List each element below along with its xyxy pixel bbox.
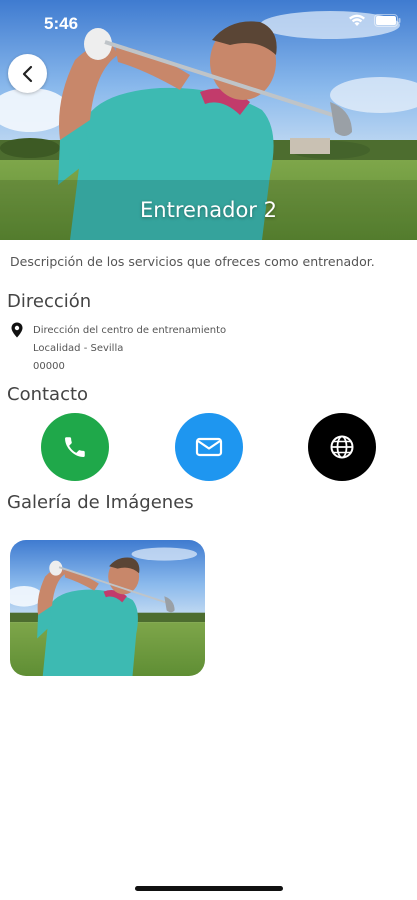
gallery-golfer-photo	[10, 540, 205, 676]
status-icons	[348, 14, 401, 27]
address-line-locality: Localidad - Sevilla	[33, 343, 124, 354]
contact-heading: Contacto	[7, 384, 89, 405]
website-button[interactable]	[308, 413, 376, 481]
gallery-heading: Galería de Imágenes	[7, 492, 194, 513]
phone-icon	[65, 437, 85, 457]
gallery-image[interactable]	[10, 540, 205, 676]
address-lines: Dirección del centro de entrenamiento Lo…	[33, 322, 226, 376]
status-bar: 5:46	[0, 0, 417, 46]
email-button[interactable]	[175, 413, 243, 481]
address-line-postcode: 00000	[33, 361, 65, 372]
address-line-street: Dirección del centro de entrenamiento	[33, 325, 227, 336]
home-indicator[interactable]	[135, 886, 283, 891]
location-pin-icon	[11, 322, 23, 338]
hero-image: 5:46 Entrenador 2	[0, 0, 417, 240]
trainer-name: Entrenador 2	[140, 198, 277, 222]
status-time: 5:46	[44, 14, 79, 33]
chevron-left-icon	[22, 65, 32, 82]
mail-icon	[195, 437, 223, 457]
address-heading: Dirección	[7, 291, 92, 312]
wifi-icon	[349, 14, 365, 26]
call-button[interactable]	[41, 413, 109, 481]
back-button[interactable]	[8, 54, 47, 93]
battery-icon	[374, 14, 401, 27]
globe-icon	[330, 435, 354, 459]
service-description: Descripción de los servicios que ofreces…	[10, 254, 375, 269]
